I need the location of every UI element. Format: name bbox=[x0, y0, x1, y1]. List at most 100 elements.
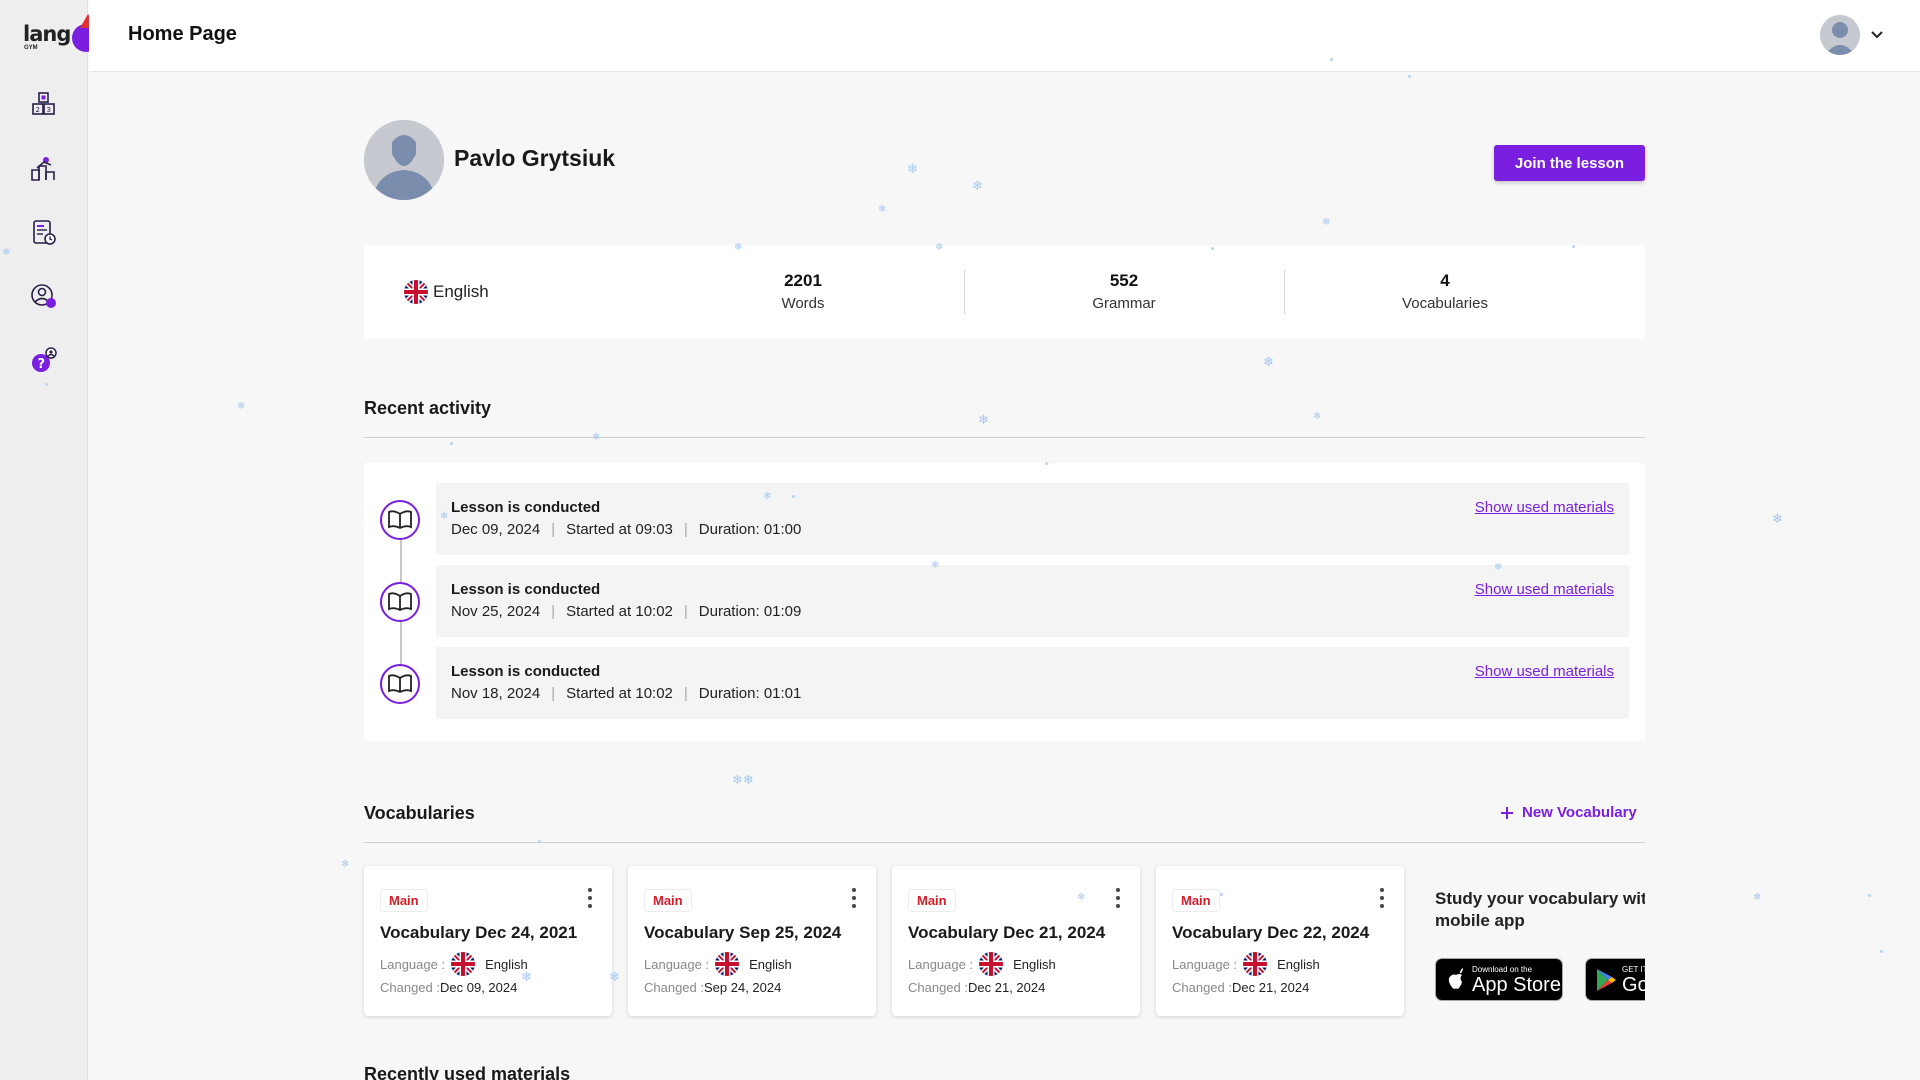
chevron-down-icon[interactable] bbox=[1870, 28, 1884, 42]
stat-vocabularies: 4 Vocabularies bbox=[1285, 271, 1605, 312]
stat-words-value: 2201 bbox=[784, 271, 822, 290]
language-value: English bbox=[1013, 956, 1056, 972]
more-options-icon[interactable] bbox=[584, 888, 596, 908]
language-key: Language : bbox=[380, 956, 446, 972]
user-menu[interactable] bbox=[1820, 15, 1884, 55]
new-vocabulary-button[interactable]: New Vocabulary bbox=[1500, 804, 1637, 821]
vocabulary-card[interactable]: Main Vocabulary Dec 22, 2024 Language : … bbox=[1156, 866, 1404, 1016]
google-play-small-text: GET IT ON bbox=[1622, 965, 1645, 974]
activity-start: Started at 09:03 bbox=[566, 521, 673, 538]
stat-grammar: 552 Grammar bbox=[964, 271, 1284, 312]
students-icon bbox=[31, 284, 56, 308]
language-value: English bbox=[485, 956, 528, 972]
changed-value: Dec 21, 2024 bbox=[968, 980, 1046, 995]
snow-dot bbox=[1868, 894, 1871, 897]
main-badge: Main bbox=[644, 889, 692, 912]
more-options-icon[interactable] bbox=[1112, 888, 1124, 908]
activity-meta: Nov 25, 2024 | Started at 10:02 | Durati… bbox=[451, 603, 801, 620]
show-used-materials-link[interactable]: Show used materials bbox=[1475, 663, 1614, 680]
show-used-materials-link[interactable]: Show used materials bbox=[1475, 581, 1614, 598]
meta-separator: | bbox=[683, 685, 688, 702]
app-logo[interactable]: lang GYM bbox=[20, 14, 100, 58]
recent-activity-title: Recent activity bbox=[364, 398, 492, 418]
apple-icon bbox=[1448, 968, 1463, 989]
activity-duration: Duration: 01:01 bbox=[698, 685, 802, 702]
snowflake-icon: ❄ bbox=[592, 432, 601, 443]
promo-line-2: mobile app bbox=[1435, 911, 1525, 930]
changed-value: Dec 21, 2024 bbox=[1232, 980, 1310, 995]
changed-key: Changed : bbox=[908, 980, 968, 995]
app-store-button[interactable]: Download on the App Store bbox=[1435, 958, 1563, 1001]
vocabularies-title: Vocabularies bbox=[364, 803, 475, 823]
stat-vocabularies-label: Vocabularies bbox=[1402, 295, 1488, 312]
snowflake-icon: ❄ bbox=[1772, 512, 1783, 527]
vocabulary-card[interactable]: Main Vocabulary Sep 25, 2024 Language : … bbox=[628, 866, 876, 1016]
main-badge: Main bbox=[908, 889, 956, 912]
recently-used-materials-title: Recently used materials bbox=[364, 1064, 571, 1080]
google-play-button[interactable]: GET IT ON Google Play bbox=[1585, 958, 1645, 1001]
app-store-big-text: App Store bbox=[1472, 974, 1561, 996]
snowflake-icon: ❄ bbox=[907, 162, 918, 177]
snowflake-icon: ❄ bbox=[1753, 892, 1762, 903]
activity-date: Dec 09, 2024 bbox=[451, 521, 541, 538]
stats-panel: English 2201 Words 552 Grammar 4 Vocabul… bbox=[364, 245, 1645, 339]
show-used-materials-link[interactable]: Show used materials bbox=[1475, 499, 1614, 516]
lessons-icon bbox=[31, 157, 55, 181]
vocabulary-card[interactable]: Main Vocabulary Dec 21, 2024 Language : … bbox=[892, 866, 1140, 1016]
materials-icon bbox=[33, 220, 56, 245]
more-options-icon[interactable] bbox=[1376, 888, 1388, 908]
svg-text:3: 3 bbox=[47, 106, 51, 114]
changed-value: Dec 09, 2024 bbox=[440, 980, 518, 995]
section-divider bbox=[364, 437, 1645, 438]
profile-avatar bbox=[364, 120, 444, 200]
main-badge: Main bbox=[1172, 889, 1220, 912]
svg-text:?: ? bbox=[38, 357, 46, 372]
vocabulary-title: Vocabulary Dec 24, 2021 bbox=[380, 923, 578, 942]
profile-avatar-icon bbox=[364, 120, 444, 200]
svg-text:2: 2 bbox=[36, 106, 40, 114]
uk-flag-icon bbox=[1243, 952, 1268, 976]
vocabulary-changed: Changed :Dec 09, 2024 bbox=[380, 980, 517, 995]
snow-dot bbox=[450, 442, 453, 445]
stat-words: 2201 Words bbox=[643, 271, 963, 312]
sidebar-item-students[interactable] bbox=[26, 279, 62, 315]
activity-date: Nov 18, 2024 bbox=[451, 685, 541, 702]
snowflake-icon: ❄❄ bbox=[732, 773, 754, 788]
snowflake-icon: ❄ bbox=[1263, 355, 1274, 370]
sidebar-item-help[interactable]: ? bbox=[26, 343, 62, 379]
more-options-icon[interactable] bbox=[848, 888, 860, 908]
language-value: English bbox=[1277, 956, 1320, 972]
promo-line-1: Study your vocabulary wit bbox=[1435, 889, 1645, 908]
snowflake-icon: ❄ bbox=[1313, 411, 1322, 422]
sidebar-item-lessons[interactable] bbox=[26, 151, 62, 187]
meta-separator: | bbox=[683, 603, 688, 620]
vocabulary-language: Language : English bbox=[1172, 952, 1320, 976]
uk-flag-icon bbox=[451, 952, 476, 976]
main-badge: Main bbox=[380, 889, 428, 912]
vocabulary-title: Vocabulary Dec 22, 2024 bbox=[1172, 923, 1370, 942]
stat-words-label: Words bbox=[781, 295, 825, 312]
activity-title: Lesson is conducted bbox=[451, 499, 601, 516]
uk-flag-icon bbox=[979, 952, 1004, 976]
snowflake-icon: ❄ bbox=[978, 413, 989, 428]
user-avatar[interactable] bbox=[1820, 15, 1860, 55]
stat-grammar-value: 552 bbox=[1109, 271, 1139, 290]
open-book-icon bbox=[380, 582, 420, 622]
activity-meta: Dec 09, 2024 | Started at 09:03 | Durati… bbox=[451, 521, 801, 538]
activity-start: Started at 10:02 bbox=[566, 603, 673, 620]
language-key: Language : bbox=[644, 956, 710, 972]
join-lesson-button[interactable]: Join the lesson bbox=[1494, 145, 1645, 181]
sidebar-item-dashboard[interactable]: 2 3 bbox=[26, 87, 62, 123]
sidebar-item-materials[interactable] bbox=[26, 215, 62, 251]
activity-duration: Duration: 01:09 bbox=[698, 603, 802, 620]
vocabulary-changed: Changed :Dec 21, 2024 bbox=[1172, 980, 1309, 995]
activity-title: Lesson is conducted bbox=[451, 663, 601, 680]
stat-vocabularies-value: 4 bbox=[1440, 271, 1450, 290]
sidebar: lang GYM 2 3 ? bbox=[0, 0, 100, 1080]
vocabulary-card[interactable]: Main Vocabulary Dec 24, 2021 Language : … bbox=[364, 866, 612, 1016]
dashboard-blocks-icon: 2 3 bbox=[32, 92, 55, 115]
list-item: Lesson is conducted Nov 18, 2024 | Start… bbox=[436, 647, 1629, 719]
snow-dot bbox=[1880, 950, 1883, 953]
google-play-icon bbox=[1597, 969, 1616, 991]
user-avatar-icon bbox=[1820, 15, 1860, 55]
